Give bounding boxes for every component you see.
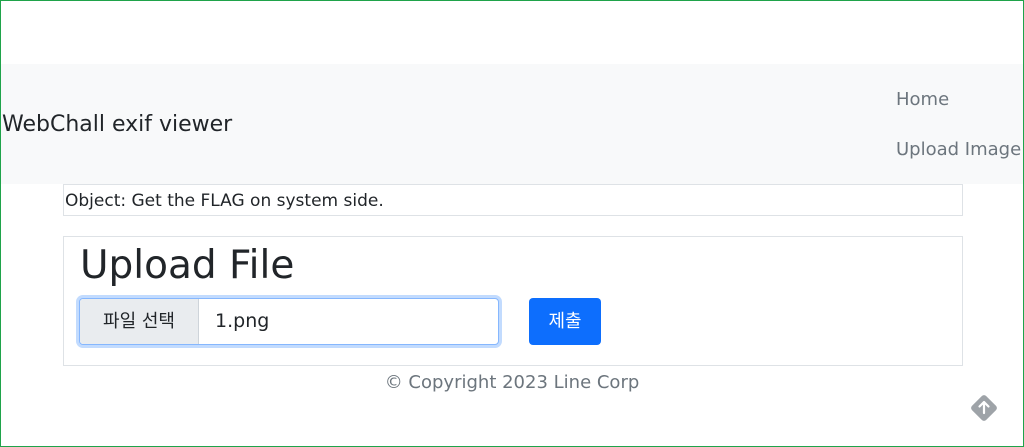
nav-link-home[interactable]: Home: [896, 84, 1024, 134]
selected-file-name: 1.png: [215, 310, 270, 332]
nav-link-upload-image[interactable]: Upload Image: [896, 134, 1024, 184]
submit-button[interactable]: 제출: [529, 298, 601, 345]
navbar-brand[interactable]: WebChall exif viewer: [2, 110, 232, 140]
upload-title: Upload File: [80, 243, 295, 288]
file-input[interactable]: 파일 선택 1.png: [79, 298, 499, 345]
footer-copyright: © Copyright 2023 Line Corp: [384, 372, 640, 393]
choose-file-button[interactable]: 파일 선택: [80, 299, 199, 344]
upload-card: Upload File 파일 선택 1.png 제출: [63, 236, 963, 366]
objective-text: Object: Get the FLAG on system side.: [63, 184, 963, 216]
nav-links: Home Upload Image: [896, 84, 1024, 184]
translate-extension-icon[interactable]: [969, 393, 999, 423]
